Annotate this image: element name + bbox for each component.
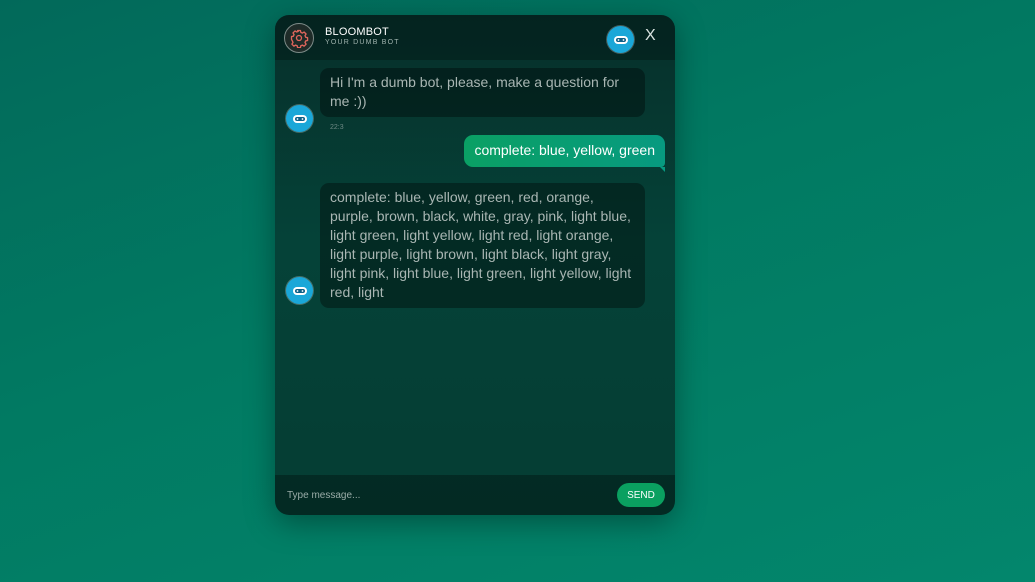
header-bot-badge <box>607 26 634 53</box>
chat-header: BLOOMBOT YOUR DUMB BOT X <box>275 15 675 60</box>
bot-icon <box>613 35 628 44</box>
gear-icon <box>290 29 309 48</box>
bot-icon <box>292 286 307 295</box>
message-timestamp: 22:3 <box>330 124 344 131</box>
bot-avatar <box>286 105 313 132</box>
chat-window: BLOOMBOT YOUR DUMB BOT X Hi I'm a dumb b… <box>275 15 675 515</box>
user-message: complete: blue, yellow, green <box>464 135 665 172</box>
message-input[interactable] <box>275 475 605 515</box>
bot-message: Hi I'm a dumb bot, please, make a questi… <box>320 68 645 117</box>
chat-title: BLOOMBOT <box>325 26 389 38</box>
bot-avatar <box>286 277 313 304</box>
bot-message: complete: blue, yellow, green, red, oran… <box>320 183 645 308</box>
message-composer: SEND <box>275 475 675 515</box>
close-button[interactable]: X <box>645 27 656 45</box>
send-button[interactable]: SEND <box>617 483 665 507</box>
bot-icon <box>292 114 307 123</box>
header-avatar <box>284 23 314 53</box>
chat-subtitle: YOUR DUMB BOT <box>325 39 400 46</box>
